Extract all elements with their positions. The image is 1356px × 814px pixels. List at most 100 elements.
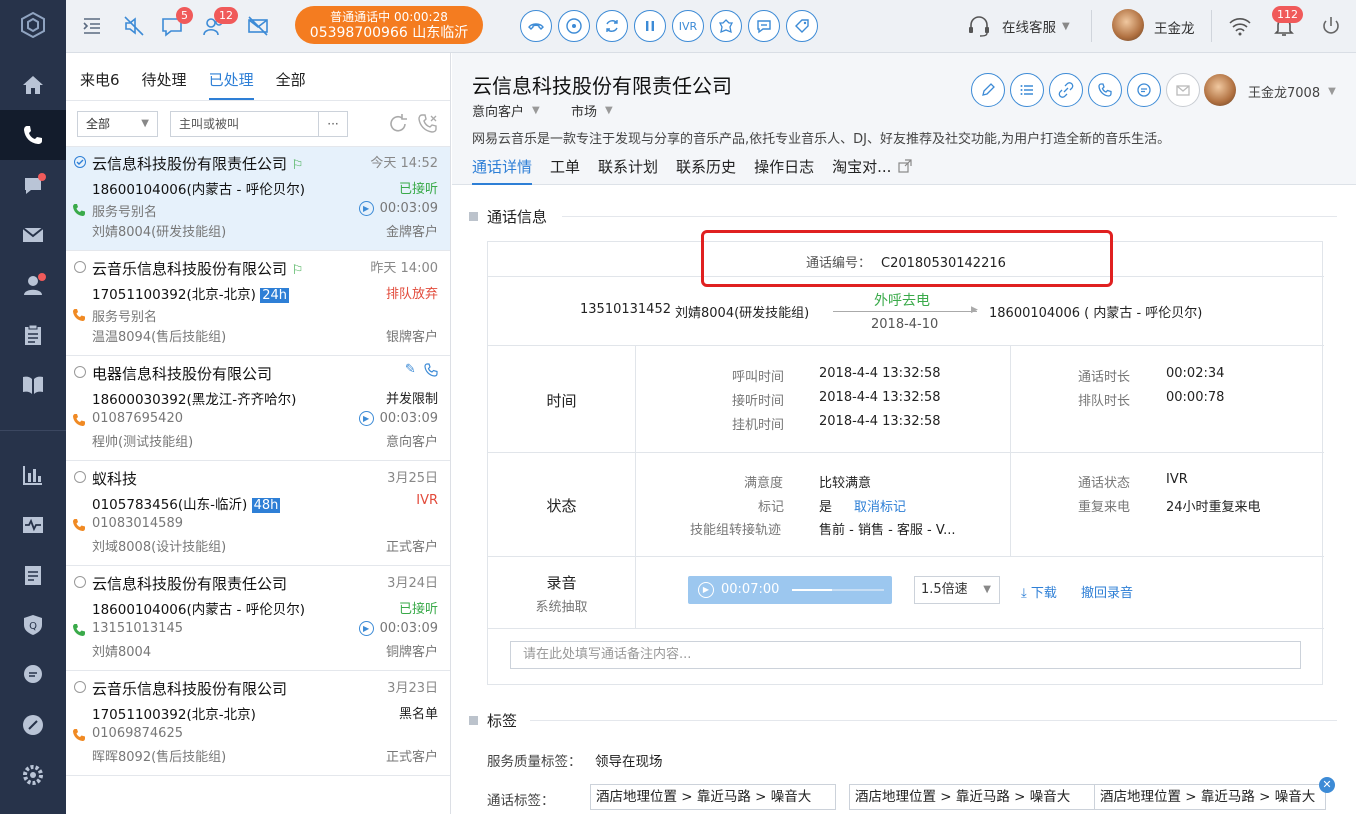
message-icon[interactable] [0, 650, 66, 700]
item-phone: 0105783456(山东-临沂) 48h [92, 497, 281, 513]
expand-icon[interactable] [897, 158, 913, 174]
monitor-icon[interactable] [0, 500, 66, 550]
clipboard-icon[interactable] [0, 310, 66, 360]
market-dropdown[interactable]: 市场 ▼ [571, 101, 613, 120]
repeat-label: 重复来电 [1078, 500, 1131, 515]
incoming-call-icon [73, 204, 85, 216]
user-name[interactable]: 王金龙 [1154, 17, 1195, 37]
ivr-button[interactable]: IVR [672, 10, 704, 42]
list-item[interactable]: 云音乐信息科技股份有限公司 ⚐ 昨天 14:00 17051100392(北京-… [66, 252, 450, 356]
item-level: 正式客户 [385, 540, 438, 555]
home-icon[interactable] [0, 60, 66, 110]
radio-icon[interactable] [74, 366, 86, 378]
collapse-icon[interactable] [78, 12, 106, 40]
consult-icon[interactable] [558, 10, 590, 42]
item-duration[interactable]: ▶ 00:03:09 [358, 411, 438, 426]
radio-icon[interactable] [74, 576, 86, 588]
call-tag[interactable]: 酒店地理位置 > 靠近马路 > 噪音大 [590, 784, 836, 810]
tab-pending[interactable]: 待处理 [142, 69, 187, 100]
phone-icon[interactable] [0, 110, 66, 160]
tab-contact-history[interactable]: 联系历史 [676, 156, 736, 185]
refresh-icon[interactable] [387, 113, 409, 135]
mail-icon[interactable] [0, 210, 66, 260]
link-icon[interactable] [1049, 73, 1083, 107]
call-tag[interactable]: 酒店地理位置 > 靠近马路 > 噪音大 [1094, 784, 1326, 810]
filter-select[interactable]: 全部 ▼ [77, 111, 158, 137]
avatar[interactable] [1112, 9, 1144, 41]
radio-icon[interactable] [74, 261, 86, 273]
tab-all[interactable]: 全部 [276, 69, 306, 100]
outgoing-call-icon [73, 414, 85, 426]
service-status-label: 在线客服 [1002, 20, 1056, 36]
item-duration[interactable]: ▶ 00:03:09 [358, 621, 438, 636]
call-date: 2018-4-10 [871, 317, 939, 332]
more-button[interactable]: ··· [318, 111, 348, 137]
tag-icon[interactable] [786, 10, 818, 42]
list-item[interactable]: 云音乐信息科技股份有限公司 3月23日 17051100392(北京-北京) 黑… [66, 672, 450, 776]
answer-time-value: 2018-4-4 13:32:58 [819, 390, 941, 405]
power-icon[interactable] [1317, 12, 1345, 40]
call-icon[interactable] [1088, 73, 1122, 107]
phone-settings-icon[interactable] [417, 113, 439, 135]
call-icon[interactable] [424, 362, 438, 377]
play-icon[interactable]: ▶ [358, 201, 374, 216]
hangup-icon[interactable] [520, 10, 552, 42]
radio-icon[interactable] [74, 681, 86, 693]
chat-icon[interactable] [1127, 73, 1161, 107]
close-icon[interactable]: ✕ [1319, 777, 1335, 793]
mute-icon[interactable] [120, 12, 148, 40]
download-link[interactable]: ⤓ 下载 [1021, 582, 1057, 601]
book-icon[interactable] [0, 360, 66, 410]
list-item[interactable]: 云信息科技股份有限责任公司 ⚐ 今天 14:52 18600104006(内蒙古… [66, 147, 450, 251]
tab-operation-log[interactable]: 操作日志 [754, 156, 814, 185]
list-item[interactable]: 电器信息科技股份有限公司 ✎ 18600030392(黑龙江-齐齐哈尔) 并发限… [66, 357, 450, 461]
report-icon[interactable] [0, 550, 66, 600]
mail-off-icon[interactable] [244, 12, 272, 40]
edit-icon[interactable] [971, 73, 1005, 107]
audio-player[interactable]: ▶ 00:07:00 [688, 576, 892, 604]
play-icon[interactable]: ▶ [698, 582, 714, 598]
cancel-mark-link[interactable]: 取消标记 [854, 496, 906, 515]
agent-dropdown[interactable]: 王金龙7008 ▼ [1248, 82, 1336, 101]
list-icon[interactable] [1010, 73, 1044, 107]
edit-icon[interactable]: ✎ [405, 362, 416, 377]
tab-call-detail[interactable]: 通话详情 [472, 156, 533, 185]
player-progress[interactable] [792, 589, 884, 591]
duration-value: 00:02:34 [1166, 366, 1225, 381]
speed-select[interactable]: 1.5倍速 ▼ [914, 576, 1000, 604]
sms-icon[interactable] [748, 10, 780, 42]
link-icon[interactable] [0, 700, 66, 750]
service-status-dropdown[interactable]: 在线客服 ▼ [966, 12, 1070, 40]
settings-icon[interactable] [0, 750, 66, 800]
list-item[interactable]: 蚁科技 3月25日 0105783456(山东-临沂) 48h IVR 0108… [66, 462, 450, 566]
quality-icon[interactable]: Q [0, 600, 66, 650]
contact-icon[interactable] [0, 260, 66, 310]
list-item[interactable]: 云信息科技股份有限责任公司 3月24日 18600104006(内蒙古 - 呼伦… [66, 567, 450, 671]
tab-contact-plan[interactable]: 联系计划 [598, 156, 658, 185]
chevron-down-icon: ▼ [983, 584, 991, 595]
call-note-input[interactable]: 请在此处填写通话备注内容... [510, 641, 1301, 669]
revoke-recording-link[interactable]: 撤回录音 [1081, 582, 1133, 601]
customer-type-dropdown[interactable]: 意向客户 ▼ [472, 101, 540, 120]
satisfaction-icon[interactable] [710, 10, 742, 42]
item-alias: 服务号别名 [92, 310, 158, 325]
play-icon[interactable]: ▶ [358, 411, 374, 426]
chat-icon[interactable] [0, 160, 66, 210]
chevron-down-icon: ▼ [1328, 86, 1336, 97]
pause-icon[interactable] [634, 10, 666, 42]
tab-taobao[interactable]: 淘宝对... [832, 156, 891, 185]
row-head-status: 状态 [546, 497, 577, 515]
check-icon[interactable] [74, 156, 86, 168]
mail-icon[interactable] [1166, 73, 1200, 107]
page-title: 云信息科技股份有限责任公司 [472, 74, 732, 98]
call-time-value: 2018-4-4 13:32:58 [819, 366, 941, 381]
stats-icon[interactable] [0, 450, 66, 500]
tab-processed[interactable]: 已处理 [208, 69, 254, 100]
transfer-icon[interactable] [596, 10, 628, 42]
play-icon[interactable]: ▶ [358, 621, 374, 636]
tab-incoming[interactable]: 来电6 [80, 69, 120, 100]
tab-ticket[interactable]: 工单 [550, 156, 580, 185]
radio-icon[interactable] [74, 471, 86, 483]
call-tag[interactable]: 酒店地理位置 > 靠近马路 > 噪音大 [849, 784, 1095, 810]
item-duration[interactable]: ▶ 00:03:09 [358, 201, 438, 216]
